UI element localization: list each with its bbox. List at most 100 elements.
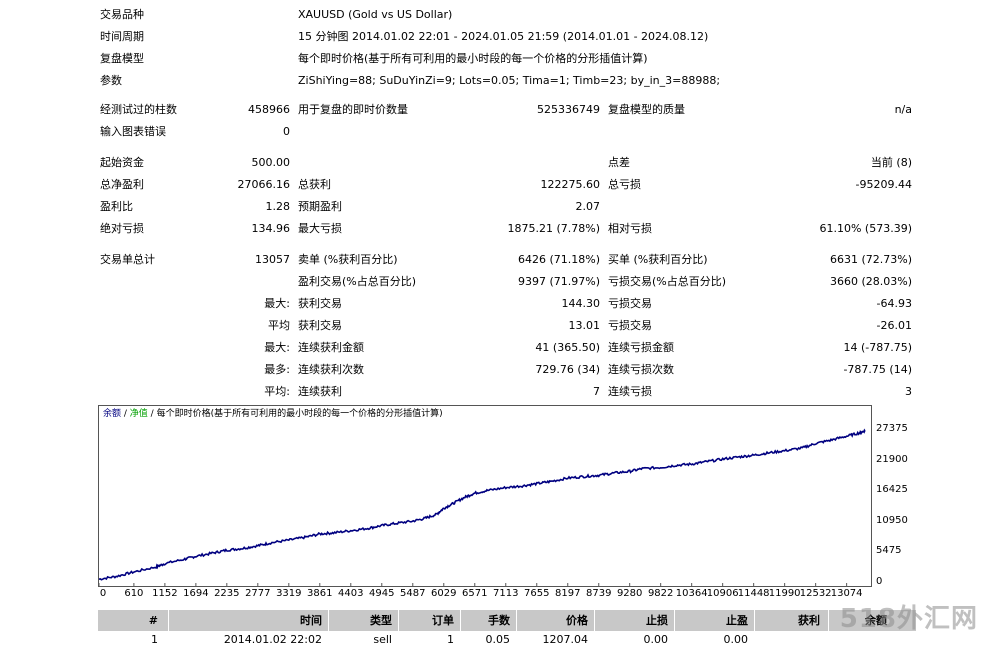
x-tick-label: 1694 — [183, 588, 209, 599]
x-tick-label: 8739 — [586, 588, 612, 599]
average-consecutive-losses-label: 连续亏损 — [608, 385, 652, 398]
legend-balance: 余额 — [103, 409, 122, 419]
balance-chart: 余额 / 净值 / 每个即时价格(基于所有可利用的最小时段的每一个价格的分形插值… — [98, 405, 872, 587]
column-separator — [168, 610, 169, 631]
max-consecutive-losses-value: 14 (-787.75) — [843, 341, 912, 354]
average-consecutive-prefix: 平均: — [264, 385, 290, 398]
balance-series-line — [99, 428, 866, 581]
max-consecutive-profit-value: 729.76 (34) — [535, 363, 600, 376]
column-separator — [674, 610, 675, 631]
largest-profit-value: 144.30 — [561, 297, 601, 310]
symbol-label: 交易品种 — [100, 8, 144, 21]
average-loss-label: 亏损交易 — [608, 319, 652, 332]
legend-separator: / — [147, 409, 157, 419]
grossloss-label: 总亏损 — [608, 178, 641, 191]
column-separator — [516, 610, 517, 631]
column-header-tp[interactable]: 止盈 — [668, 610, 748, 631]
largest-loss-value: -64.93 — [876, 297, 912, 310]
grossloss-value: -95209.44 — [855, 178, 912, 191]
x-tick-label: 4945 — [369, 588, 395, 599]
x-tick-label: 7113 — [493, 588, 519, 599]
x-tick-label: 4403 — [338, 588, 364, 599]
column-separator — [398, 610, 399, 631]
legend-equity: 净值 — [129, 409, 148, 419]
x-tick-label: 8197 — [555, 588, 581, 599]
profit-factor-label: 盈利比 — [100, 200, 133, 213]
netprofit-value: 27066.16 — [237, 178, 291, 191]
column-header-time[interactable]: 时间 — [242, 610, 322, 631]
short-trades-label: 卖单 (%获利百分比) — [298, 253, 398, 266]
average-profit-value: 13.01 — [568, 319, 601, 332]
absolute-drawdown-value: 134.96 — [251, 222, 291, 235]
bars-label: 经测试过的柱数 — [100, 103, 177, 116]
average-loss-value: -26.01 — [876, 319, 912, 332]
y-tick-label: 16425 — [876, 484, 908, 496]
expected-payoff-label: 预期盈利 — [298, 200, 342, 213]
profit-trades-value: 9397 (71.97%) — [517, 275, 600, 288]
max-consecutive-profit-label: 连续获利次数 — [298, 363, 364, 376]
column-header-profit[interactable]: 获利 — [740, 610, 820, 631]
average-profit-label: 获利交易 — [298, 319, 342, 332]
x-tick-label: 5487 — [400, 588, 426, 599]
table-row[interactable]: 1 2014.01.02 22:02 sell 1 0.05 1207.04 0.00 0.0… — [98, 631, 916, 646]
y-tick-label: 27375 — [876, 423, 908, 435]
x-tick-label: 1152 — [152, 588, 178, 599]
max-consecutive-prefix: 最大: — [264, 341, 290, 354]
column-header-price[interactable]: 价格 — [508, 610, 588, 631]
errors-label: 输入图表错误 — [100, 125, 166, 138]
spread-label: 点差 — [608, 156, 630, 169]
average-prefix: 平均 — [268, 319, 290, 332]
x-tick-label: 2235 — [214, 588, 240, 599]
max-consecutive-loss-label: 连续亏损次数 — [608, 363, 674, 376]
short-trades-value: 6426 (71.18%) — [517, 253, 600, 266]
largest-loss-label: 亏损交易 — [608, 297, 652, 310]
period-value: 15 分钟图 2014.01.02 22:01 - 2024.01.05 21:… — [298, 30, 709, 43]
max-drawdown-label: 最大亏损 — [298, 222, 342, 235]
max-consecutive-loss-value: -787.75 (14) — [843, 363, 912, 376]
relative-drawdown-label: 相对亏损 — [608, 222, 652, 235]
x-tick-label: 3861 — [307, 588, 333, 599]
loss-trades-value: 3660 (28.03%) — [829, 275, 912, 288]
profit-trades-label: 盈利交易(%占总百分比) — [298, 275, 417, 288]
cell-tp: 0.00 — [723, 633, 749, 646]
average-consecutive-wins-value: 7 — [593, 385, 600, 398]
x-tick-label: 3319 — [276, 588, 302, 599]
quality-value: n/a — [894, 103, 912, 116]
netprofit-label: 总净盈利 — [100, 178, 144, 191]
legend-model: 每个即时价格(基于所有可利用的最小时段的每一个价格的分形插值计算) — [156, 409, 443, 419]
largest-prefix: 最大: — [264, 297, 290, 310]
params-label: 参数 — [100, 74, 122, 87]
relative-drawdown-value: 61.10% (573.39) — [819, 222, 912, 235]
x-tick-label: 11990 — [768, 588, 801, 599]
x-tick-label: 610 — [124, 588, 144, 599]
x-tick-label: 9822 — [647, 588, 674, 599]
y-tick-label: 21900 — [876, 453, 908, 465]
x-tick-label: 6571 — [462, 588, 488, 599]
y-tick-label: 5475 — [876, 545, 902, 557]
symbol-value: XAUUSD (Gold vs US Dollar) — [298, 8, 453, 21]
x-tick-label: 2777 — [245, 588, 271, 599]
x-tick-label: 7655 — [524, 588, 550, 599]
long-trades-value: 6631 (72.73%) — [829, 253, 912, 266]
quality-label: 复盘模型的质量 — [608, 103, 685, 116]
column-separator — [828, 610, 829, 631]
y-tick-label: 10950 — [876, 514, 908, 526]
spread-value: 当前 (8) — [870, 156, 912, 169]
column-separator — [460, 610, 461, 631]
column-header-lots[interactable]: 手数 — [430, 610, 510, 631]
column-separator — [328, 610, 329, 631]
cell-num: 1 — [151, 633, 158, 646]
total-trades-label: 交易单总计 — [100, 253, 155, 266]
column-separator — [594, 610, 595, 631]
absolute-drawdown-label: 绝对亏损 — [100, 222, 144, 235]
x-tick-label: 10364 — [675, 588, 708, 599]
average-consecutive-wins-label: 连续获利 — [298, 385, 342, 398]
y-tick-label: 0 — [876, 576, 883, 587]
column-header-sl[interactable]: 止损 — [588, 610, 668, 631]
grossprofit-label: 总获利 — [298, 178, 331, 191]
x-tick-label: 11448 — [737, 588, 770, 599]
legend-separator: / — [121, 409, 130, 419]
trades-table-header: # 时间 类型 订单 手数 价格 止损 止盈 获利 余额 — [98, 610, 916, 631]
average-consecutive-losses-value: 3 — [905, 385, 912, 398]
column-header-num[interactable]: # — [78, 610, 158, 631]
